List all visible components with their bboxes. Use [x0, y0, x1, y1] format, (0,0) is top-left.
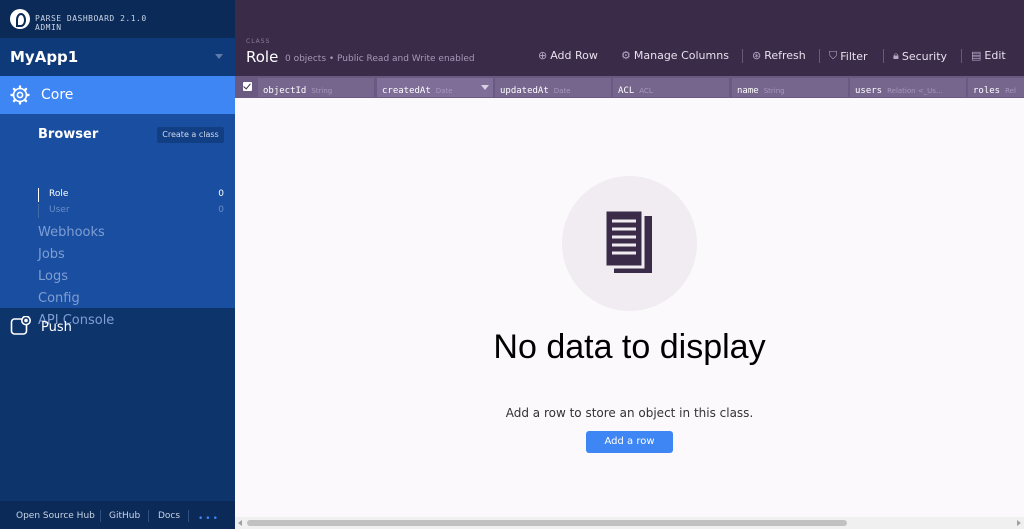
footer-divider: [188, 510, 189, 522]
toolbar-divider: [961, 49, 962, 63]
add-a-row-button[interactable]: Add a row: [586, 431, 673, 453]
scroll-left-icon[interactable]: [238, 520, 242, 526]
select-all-checkbox[interactable]: [243, 82, 252, 91]
column-header-createdat[interactable]: createdAt Date: [377, 78, 493, 97]
toolbar-divider: [883, 49, 884, 63]
horizontal-scrollbar[interactable]: [235, 517, 1024, 529]
subnav-webhooks[interactable]: Webhooks: [38, 225, 105, 240]
sidebar-item-label: Push: [41, 320, 72, 335]
subnav-logs[interactable]: Logs: [38, 269, 68, 284]
sidebar-item-push[interactable]: Push: [0, 308, 235, 346]
subnav-jobs[interactable]: Jobs: [38, 247, 65, 262]
browser-toolbar: CLASS Role 0 objects • Public Read and W…: [235, 0, 1024, 76]
column-header-users[interactable]: users Relation <_Us...: [850, 78, 966, 97]
scrollbar-thumb[interactable]: [247, 520, 847, 526]
empty-state-title: No data to display: [493, 328, 766, 366]
sidebar-item-label: Core: [41, 87, 74, 103]
page-title: Role: [246, 48, 279, 66]
footer-github[interactable]: GitHub: [109, 511, 140, 521]
toolbar-divider: [742, 49, 743, 63]
refresh-icon: ⊛: [752, 49, 762, 62]
documents-icon: [603, 208, 652, 273]
edit-icon: ▤: [971, 49, 982, 62]
edit-button[interactable]: ▤ Edit: [971, 49, 1006, 62]
column-header-updatedat[interactable]: updatedAt Date: [495, 78, 611, 97]
footer-open-source-hub[interactable]: Open Source Hub: [16, 511, 95, 521]
filter-icon: ⛉: [829, 49, 838, 62]
manage-columns-button[interactable]: ⚙ Manage Columns: [621, 49, 729, 62]
column-header-objectid[interactable]: objectId String: [258, 78, 374, 97]
scroll-right-icon[interactable]: [1017, 520, 1021, 526]
class-meta: 0 objects • Public Read and Write enable…: [285, 54, 475, 64]
class-item-user[interactable]: User 0: [38, 204, 224, 218]
refresh-button[interactable]: ⊛ Refresh: [752, 49, 806, 62]
sort-descending-icon[interactable]: [481, 85, 489, 90]
toolbar-divider: [819, 49, 820, 63]
subnav-browser[interactable]: Browser: [38, 127, 98, 142]
sidebar-item-core[interactable]: Core: [0, 76, 235, 114]
create-class-button[interactable]: Create a class: [157, 127, 224, 143]
plus-circle-icon: ⊕: [538, 49, 548, 62]
empty-state-illustration: [562, 176, 697, 311]
lock-icon: 🔒︎: [893, 49, 899, 62]
sidebar-header: PARSE DASHBOARD 2.1.0 ADMIN: [0, 0, 235, 38]
app-switcher[interactable]: MyApp1: [0, 38, 235, 76]
column-header-roles[interactable]: roles Rel: [968, 78, 1024, 97]
class-caption: CLASS: [246, 38, 271, 45]
footer-docs[interactable]: Docs: [158, 511, 180, 521]
parse-logo-icon[interactable]: [10, 9, 30, 29]
push-notification-icon: [10, 316, 31, 335]
class-item-role[interactable]: Role 0: [38, 188, 224, 202]
core-subnav: Browser Create a class Role 0 User 0 Web…: [0, 114, 235, 328]
column-header-name[interactable]: name String: [732, 78, 848, 97]
sidebar-footer: Open Source Hub GitHub Docs •••: [0, 501, 235, 529]
gear-icon: ⚙: [621, 49, 631, 62]
app-name: MyApp1: [10, 48, 79, 66]
sidebar: PARSE DASHBOARD 2.1.0 ADMIN MyApp1 Core …: [0, 0, 235, 529]
footer-divider: [148, 510, 149, 522]
chevron-down-icon: [215, 54, 223, 59]
brand-text: PARSE DASHBOARD 2.1.0 ADMIN: [35, 14, 147, 32]
filter-button[interactable]: ⛉ Filter: [829, 49, 868, 63]
security-button[interactable]: 🔒︎ Security: [893, 49, 947, 63]
column-header-bar: objectId String createdAt Date updatedAt Da…: [235, 76, 1024, 98]
subnav-config[interactable]: Config: [38, 291, 80, 306]
gear-icon: [10, 85, 30, 105]
footer-divider: [100, 510, 101, 522]
column-header-acl[interactable]: ACL ACL: [613, 78, 729, 97]
more-icon[interactable]: •••: [198, 514, 220, 524]
empty-state-description: Add a row to store an object in this cla…: [505, 406, 754, 420]
add-row-button[interactable]: ⊕ Add Row: [538, 49, 598, 62]
